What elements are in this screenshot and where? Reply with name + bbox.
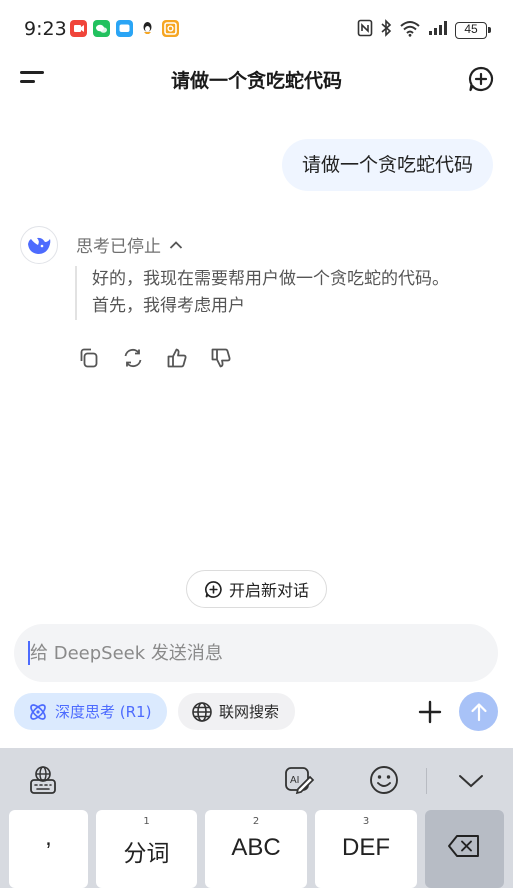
- new-chat-icon: [205, 580, 222, 598]
- bluetooth-icon: [380, 19, 392, 41]
- arrow-up-icon: [470, 702, 487, 721]
- send-button[interactable]: [459, 692, 498, 731]
- backspace-key[interactable]: [425, 810, 504, 888]
- key-comma[interactable]: ,: [9, 810, 88, 888]
- key-3-number: 3: [362, 816, 370, 827]
- thinking-text-line2: 首先，我得考虑用户: [92, 296, 245, 316]
- keyboard-toolbar: AI: [0, 748, 513, 810]
- chat-header: 请做一个贪吃蛇代码: [0, 56, 513, 102]
- text-cursor: [28, 641, 30, 665]
- thinking-text-line1: 好的，我现在需要帮用户做一个贪吃蛇的代码。: [92, 269, 449, 289]
- key-segment[interactable]: 1 分词: [96, 810, 197, 888]
- web-search-label: 联网搜索: [219, 703, 280, 721]
- wifi-icon: [399, 20, 421, 41]
- regenerate-icon: [124, 348, 142, 368]
- status-bar: 9:23 45: [0, 0, 513, 56]
- message-input[interactable]: [30, 624, 480, 682]
- thinking-toggle[interactable]: 思考已停止: [76, 232, 183, 257]
- message-input-box[interactable]: [14, 624, 498, 682]
- web-search-toggle[interactable]: 联网搜索: [178, 693, 295, 730]
- chevron-up-icon: [169, 240, 183, 249]
- key-def-label: DEF: [342, 834, 390, 861]
- thumbs-down-icon: [211, 348, 231, 368]
- ai-writing-button[interactable]: AI: [283, 764, 315, 796]
- backspace-icon: [448, 835, 479, 857]
- atom-icon: [30, 703, 46, 720]
- deep-think-label: 深度思考 (R1): [55, 703, 152, 721]
- regenerate-button[interactable]: [122, 347, 144, 369]
- page-title: 请做一个贪吃蛇代码: [170, 70, 342, 92]
- keyboard-toolbar-divider: [426, 768, 427, 794]
- key-def[interactable]: 3 DEF: [315, 810, 417, 888]
- user-message-bubble[interactable]: 请做一个贪吃蛇代码: [281, 139, 493, 191]
- taobao-icon: [162, 20, 179, 37]
- key-comma-label: ,: [45, 824, 52, 851]
- battery-icon: 45: [455, 21, 491, 39]
- messages-icon: [116, 20, 133, 37]
- system-icons: 45: [357, 19, 491, 41]
- video-app-icon: [70, 20, 87, 37]
- deep-think-toggle[interactable]: 深度思考 (R1): [14, 693, 167, 730]
- new-chat-icon: [468, 66, 494, 92]
- copy-icon: [80, 348, 98, 368]
- key-1-number: 1: [143, 816, 150, 827]
- thinking-content: 好的，我现在需要帮用户做一个贪吃蛇的代码。 首先，我得考虑用户: [75, 266, 495, 320]
- key-abc-label: ABC: [231, 834, 281, 861]
- wechat-icon: [93, 20, 110, 37]
- signal-icon: [428, 20, 448, 40]
- message-actions: [78, 347, 232, 369]
- key-abc[interactable]: 2 ABC: [205, 810, 307, 888]
- key-segment-label: 分词: [123, 841, 170, 867]
- emoji-button[interactable]: [368, 764, 400, 796]
- dislike-button[interactable]: [210, 347, 232, 369]
- chevron-down-icon: [459, 775, 483, 788]
- attach-button[interactable]: [416, 698, 444, 726]
- nfc-icon: [357, 19, 373, 41]
- key-2-number: 2: [252, 816, 260, 827]
- plus-icon: [418, 700, 442, 724]
- assistant-avatar: [20, 226, 58, 264]
- keyboard-settings-button[interactable]: [27, 764, 59, 796]
- copy-button[interactable]: [78, 347, 100, 369]
- new-conversation-button[interactable]: 开启新对话: [186, 570, 327, 608]
- new-chat-button[interactable]: [467, 65, 495, 93]
- globe-icon: [192, 701, 212, 722]
- new-conversation-label: 开启新对话: [228, 581, 309, 600]
- ai-pen-icon: AI: [285, 767, 315, 795]
- notification-icons: [70, 20, 179, 37]
- qq-icon: [139, 20, 156, 37]
- status-time: 9:23: [24, 18, 67, 40]
- hide-keyboard-button[interactable]: [455, 764, 487, 796]
- thinking-status-label: 思考已停止: [76, 237, 161, 257]
- svg-text:AI: AI: [290, 775, 299, 786]
- emoji-icon: [370, 766, 398, 794]
- thumbs-up-icon: [167, 348, 187, 368]
- like-button[interactable]: [166, 347, 188, 369]
- keyboard: AI , 1 分词 2 ABC 3 DEF: [0, 748, 513, 888]
- keyboard-globe-icon: [30, 766, 56, 794]
- deepseek-whale-icon: [28, 237, 51, 254]
